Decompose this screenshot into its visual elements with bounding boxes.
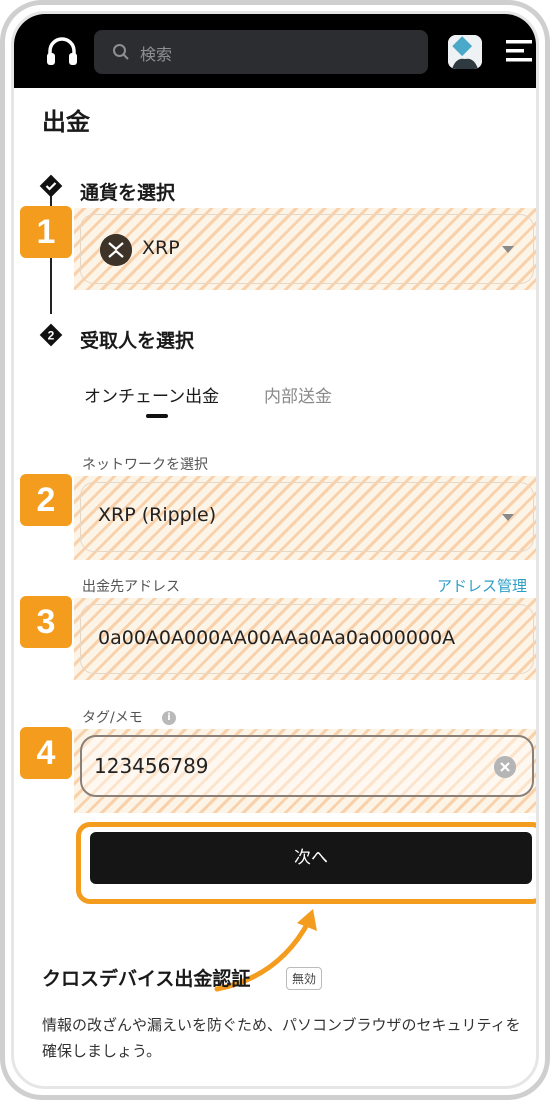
step1-title: 通貨を選択 bbox=[80, 182, 176, 204]
network-value: XRP (Ripple) bbox=[98, 504, 217, 526]
network-label: ネットワークを選択 bbox=[82, 457, 208, 473]
search-input[interactable]: 検索 bbox=[94, 30, 428, 74]
info-icon[interactable]: i bbox=[162, 711, 176, 725]
top-bar: 検索 bbox=[14, 14, 536, 88]
tab-indicator bbox=[146, 414, 168, 418]
cross-device-title: クロスデバイス出金認証 bbox=[42, 968, 251, 990]
xrp-icon bbox=[100, 234, 132, 266]
address-label: 出金先アドレス bbox=[82, 579, 180, 595]
next-button[interactable]: 次へ bbox=[90, 832, 532, 884]
cross-device-description: 情報の改ざんや漏えいを防ぐため、パソコンブラウザのセキュリティを確保しましょう。 bbox=[42, 1016, 521, 1060]
tab-internal[interactable]: 内部送金 bbox=[264, 382, 332, 407]
chevron-down-icon bbox=[502, 246, 514, 253]
chevron-down-icon bbox=[502, 514, 514, 521]
avatar-image bbox=[448, 35, 482, 69]
search-placeholder: 検索 bbox=[140, 45, 173, 64]
page-title: 出金 bbox=[42, 108, 90, 136]
step2-number: 2 bbox=[48, 329, 55, 343]
search-icon bbox=[113, 44, 129, 60]
check-icon bbox=[39, 174, 63, 198]
badge-4: 4 bbox=[20, 727, 72, 779]
memo-value: 123456789 bbox=[94, 754, 209, 778]
phone-frame: 検索 出金 通貨を選択 2 受取人を選択 1 XRP オンチェーン出金 内部送金… bbox=[0, 0, 550, 1100]
address-value: 0a00A0A000AA00AAa0Aa0a000000A bbox=[98, 627, 456, 649]
headset-icon[interactable] bbox=[44, 34, 80, 70]
avatar[interactable] bbox=[448, 35, 482, 69]
badge-2: 2 bbox=[20, 474, 72, 526]
address-manage-link[interactable]: アドレス管理 bbox=[437, 575, 527, 596]
badge-3: 3 bbox=[20, 596, 72, 648]
tab-onchain[interactable]: オンチェーン出金 bbox=[84, 382, 219, 407]
step2-marker: 2 bbox=[39, 323, 63, 347]
screen: 検索 出金 通貨を選択 2 受取人を選択 1 XRP オンチェーン出金 内部送金… bbox=[11, 11, 539, 1089]
badge-1: 1 bbox=[20, 206, 72, 258]
menu-icon[interactable] bbox=[506, 38, 532, 64]
memo-label: タグ/メモ bbox=[82, 710, 143, 726]
clear-icon[interactable] bbox=[494, 756, 516, 778]
cross-device-status-badge: 無効 bbox=[286, 967, 323, 990]
currency-value: XRP bbox=[142, 237, 180, 259]
step2-title: 受取人を選択 bbox=[80, 330, 195, 352]
